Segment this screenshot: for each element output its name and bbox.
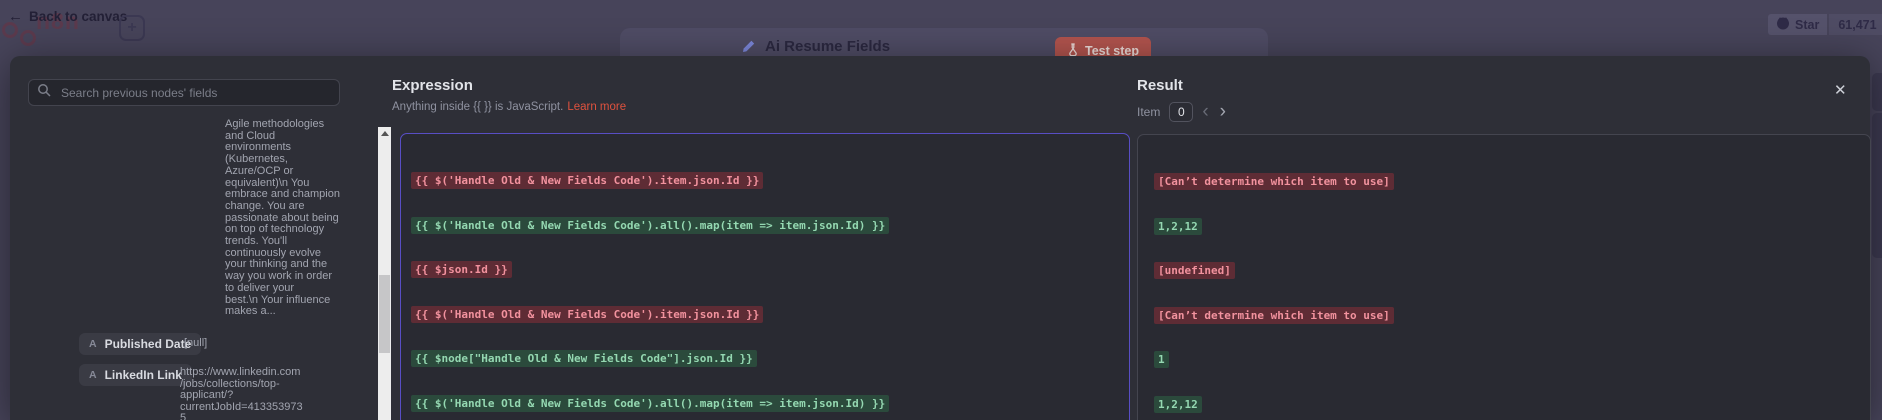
result-line: [undefined] xyxy=(1154,262,1870,281)
back-arrow-icon: ← xyxy=(8,8,23,25)
field-pill-linkedin-link[interactable]: A LinkedIn Link xyxy=(79,364,192,386)
edit-pencil-icon xyxy=(742,39,756,53)
github-star-widget[interactable]: Star 61,471 xyxy=(1768,14,1882,35)
result-line: 1,2,12 xyxy=(1154,395,1870,415)
field-pill-published-date[interactable]: A Published Date xyxy=(79,333,202,355)
result-title: Result xyxy=(1137,77,1183,94)
n8n-logo-node-icon xyxy=(20,30,36,46)
code-line: {{ $('Handle Old & New Fields Code').all… xyxy=(411,216,1129,236)
canvas-edge-panel xyxy=(1872,113,1882,258)
back-to-canvas-link[interactable]: ← Back to canvas xyxy=(8,8,127,25)
github-octocat-icon xyxy=(1776,16,1790,33)
code-line: {{ $json.Id }} xyxy=(411,261,1129,280)
code-line: {{ $node["Handle Old & New Fields Code"]… xyxy=(411,350,1129,369)
fields-scrollbar[interactable] xyxy=(378,127,391,420)
screen: n8n ← Back to canvas + Ai Resume Fields … xyxy=(0,0,1882,420)
expression-editor-modal: Agile methodologies and Cloud environmen… xyxy=(10,56,1871,420)
search-input[interactable] xyxy=(59,84,331,101)
github-star-count[interactable]: 61,471 xyxy=(1829,14,1882,35)
chevron-left-icon[interactable]: ‹ xyxy=(1202,102,1208,121)
search-icon xyxy=(37,83,51,102)
scroll-up-icon[interactable] xyxy=(378,127,391,140)
learn-more-link[interactable]: Learn more xyxy=(567,101,626,113)
result-output: [Can’t determine which item to use] 1,2,… xyxy=(1137,134,1871,420)
code-line: {{ $('Handle Old & New Fields Code').ite… xyxy=(411,305,1129,325)
canvas-edge-panel xyxy=(1872,73,1882,111)
string-type-icon: A xyxy=(89,338,97,350)
field-value: [null] xyxy=(184,337,208,349)
scrollbar-thumb[interactable] xyxy=(379,275,390,353)
result-line: 1 xyxy=(1154,351,1870,370)
result-line: [Can’t determine which item to use] xyxy=(1154,173,1870,192)
add-node-button[interactable]: + xyxy=(119,15,145,41)
field-value: https://www.linkedin.com /jobs/collectio… xyxy=(180,366,303,420)
code-line: {{ $('Handle Old & New Fields Code').ite… xyxy=(411,172,1129,191)
result-line: [Can’t determine which item to use] xyxy=(1154,306,1870,326)
code-line: {{ $('Handle Old & New Fields Code').all… xyxy=(411,394,1129,414)
github-star-button[interactable]: Star xyxy=(1768,14,1828,35)
item-index-input[interactable]: 0 xyxy=(1169,102,1194,122)
expression-code-editor[interactable]: {{ $('Handle Old & New Fields Code').ite… xyxy=(400,133,1130,420)
back-to-canvas-label: Back to canvas xyxy=(29,9,128,24)
result-line: 1,2,12 xyxy=(1154,217,1870,237)
plus-icon: + xyxy=(127,19,137,36)
node-title: Ai Resume Fields xyxy=(765,38,891,55)
expression-subtitle: Anything inside {{ }} is JavaScript. Lear… xyxy=(392,101,627,113)
string-type-icon: A xyxy=(89,369,97,381)
chevron-right-icon[interactable]: › xyxy=(1220,102,1226,121)
close-icon[interactable]: ✕ xyxy=(1834,81,1847,99)
field-value-long-text: Agile methodologies and Cloud environmen… xyxy=(225,118,340,318)
field-pill-label: LinkedIn Link xyxy=(104,368,182,382)
search-box[interactable] xyxy=(28,79,340,106)
result-item-pager: Item 0 ‹ › xyxy=(1137,101,1226,123)
expression-title: Expression xyxy=(392,77,473,94)
github-star-label: Star xyxy=(1795,17,1820,32)
item-label: Item xyxy=(1137,105,1161,119)
field-pill-label: Published Date xyxy=(104,337,192,351)
